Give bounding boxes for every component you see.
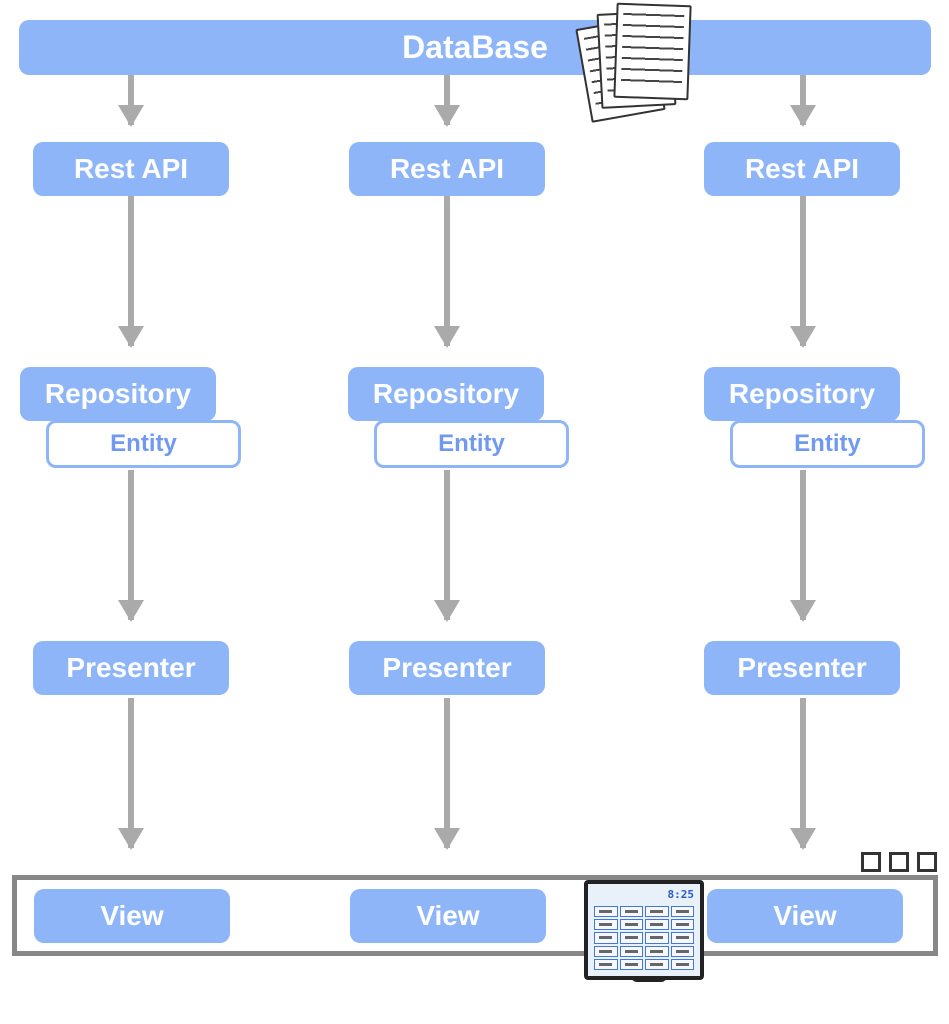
- arrow: [444, 196, 450, 346]
- restapi-label: Rest API: [745, 153, 859, 185]
- view-box: View: [350, 889, 546, 943]
- restapi-box: Rest API: [33, 142, 229, 196]
- restapi-label: Rest API: [390, 153, 504, 185]
- arrow: [128, 698, 134, 848]
- entity-box: Entity: [46, 420, 241, 468]
- monitor-clock-label: 8:25: [668, 888, 695, 901]
- view-label: View: [100, 900, 163, 932]
- repository-label: Repository: [373, 378, 519, 410]
- restapi-box: Rest API: [349, 142, 545, 196]
- arrow: [444, 75, 450, 125]
- papers-icon: [575, 0, 705, 120]
- arrow: [800, 698, 806, 848]
- entity-box: Entity: [730, 420, 925, 468]
- arrow: [128, 75, 134, 125]
- presenter-box: Presenter: [33, 641, 229, 695]
- entity-label: Entity: [110, 430, 177, 458]
- view-label: View: [773, 900, 836, 932]
- restapi-box: Rest API: [704, 142, 900, 196]
- repository-box: Repository: [348, 367, 544, 421]
- view-container: View View View: [12, 875, 938, 956]
- presenter-label: Presenter: [382, 652, 511, 684]
- window-controls-icon: [861, 852, 937, 872]
- view-label: View: [416, 900, 479, 932]
- repository-label: Repository: [45, 378, 191, 410]
- repository-box: Repository: [20, 367, 216, 421]
- restapi-label: Rest API: [74, 153, 188, 185]
- arrow: [800, 470, 806, 620]
- presenter-label: Presenter: [737, 652, 866, 684]
- entity-label: Entity: [438, 430, 505, 458]
- presenter-label: Presenter: [66, 652, 195, 684]
- database-box: DataBase: [19, 20, 931, 75]
- view-box: View: [34, 889, 230, 943]
- entity-box: Entity: [374, 420, 569, 468]
- arrow: [128, 196, 134, 346]
- database-label: DataBase: [402, 29, 548, 66]
- view-box: View: [707, 889, 903, 943]
- repository-box: Repository: [704, 367, 900, 421]
- arrow: [444, 470, 450, 620]
- arrow: [128, 470, 134, 620]
- presenter-box: Presenter: [704, 641, 900, 695]
- entity-label: Entity: [794, 430, 861, 458]
- arrow: [800, 196, 806, 346]
- arrow: [800, 75, 806, 125]
- presenter-box: Presenter: [349, 641, 545, 695]
- monitor-icon: 8:25: [584, 880, 714, 1010]
- repository-label: Repository: [729, 378, 875, 410]
- arrow: [444, 698, 450, 848]
